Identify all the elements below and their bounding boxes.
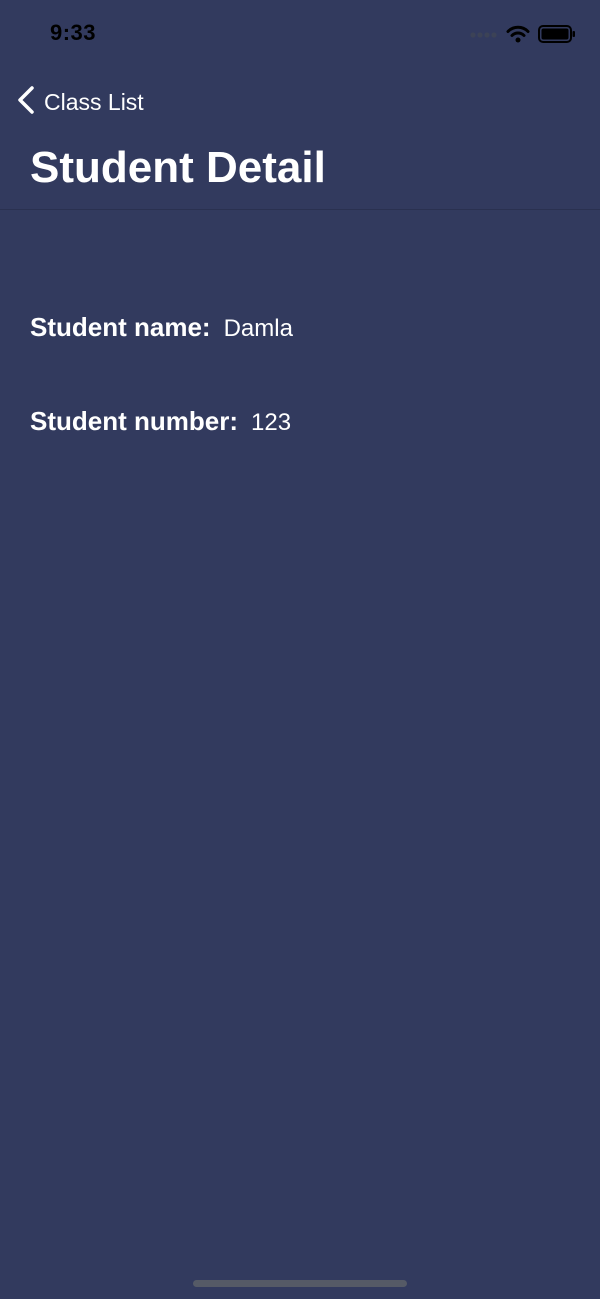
student-number-row: Student number: 123 <box>30 406 291 437</box>
wifi-icon <box>506 25 530 48</box>
status-icons <box>470 22 576 50</box>
battery-icon <box>538 24 576 48</box>
status-bar: 9:33 <box>0 0 600 70</box>
chevron-left-icon <box>16 85 36 120</box>
student-name-value: Damla <box>223 315 293 342</box>
status-time: 9:33 <box>50 20 97 45</box>
student-number-label: Student number: <box>30 406 238 436</box>
student-number-value: 123 <box>251 409 292 436</box>
student-name-row: Student name: Damla <box>30 312 293 343</box>
student-name-label: Student name: <box>30 312 211 342</box>
back-button[interactable]: Class List <box>16 84 144 120</box>
page-title: Student Detail <box>30 143 326 192</box>
signal-icon <box>470 27 498 45</box>
home-indicator[interactable] <box>193 1280 407 1287</box>
back-label: Class List <box>44 88 144 115</box>
navigation-bar: Class List Student Detail <box>0 70 600 210</box>
